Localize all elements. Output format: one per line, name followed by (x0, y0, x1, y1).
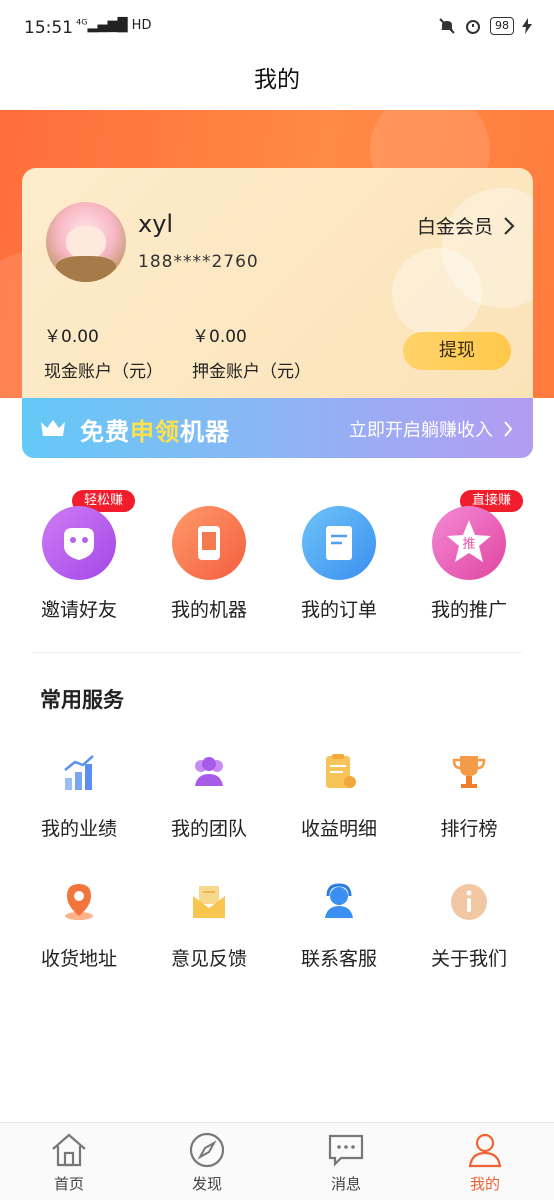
service-label: 收货地址 (40, 948, 117, 970)
promo-cta-label: 立即开启躺赚收入 (349, 420, 493, 441)
service-about-us[interactable]: 关于我们 (404, 882, 534, 992)
member-card[interactable]: xyl 188****2760 白金会员 ￥0.00 现金账户（元） ￥0.00… (22, 168, 533, 398)
charging-icon (522, 18, 532, 34)
trophy-icon (452, 756, 486, 788)
battery-icon: 98 (490, 17, 514, 35)
chevron-right-icon (504, 421, 513, 437)
promo-cta[interactable]: 立即开启躺赚收入 (349, 416, 513, 442)
bar-chart-icon (64, 755, 94, 790)
tab-label: 消息 (330, 1175, 361, 1193)
service-performance[interactable]: 我的业绩 (14, 752, 144, 862)
location-pin-icon (65, 884, 93, 920)
quick-my-machines[interactable]: 我的机器 (144, 490, 274, 630)
quick-invite-friends[interactable]: 轻松赚 邀请好友 (14, 490, 144, 630)
deposit-amount: ￥0.00 (192, 327, 247, 347)
service-label: 我的团队 (170, 818, 247, 840)
tab-home[interactable]: 首页 (0, 1123, 138, 1200)
member-level-label: 白金会员 (416, 216, 493, 238)
cash-amount: ￥0.00 (44, 327, 99, 347)
quick-label: 我的推广 (430, 599, 507, 621)
envelope-icon (193, 886, 225, 918)
tab-label: 发现 (191, 1175, 222, 1193)
order-icon (302, 506, 376, 580)
chevron-right-icon (504, 216, 515, 235)
compass-icon (189, 1132, 225, 1168)
tab-mine[interactable]: 我的 (416, 1123, 554, 1200)
status-time: 15:51 (24, 18, 73, 38)
avatar[interactable] (46, 202, 126, 282)
service-shipping-address[interactable]: 收货地址 (14, 882, 144, 992)
username: xyl (138, 210, 174, 238)
promo-title: 免费申领机器 (80, 412, 230, 447)
deposit-account-label: 押金账户（元） (192, 362, 311, 382)
services-section-title: 常用服务 (40, 688, 124, 712)
home-icon (52, 1133, 86, 1167)
invite-icon (42, 506, 116, 580)
tab-label: 首页 (53, 1175, 84, 1193)
quick-label: 我的机器 (170, 599, 247, 621)
promo-title-highlight: 申领 (130, 418, 180, 446)
quick-label: 我的订单 (300, 599, 377, 621)
cash-account-label: 现金账户（元） (44, 362, 163, 382)
page-title: 我的 (254, 67, 300, 93)
status-icons: 98 (438, 17, 532, 35)
info-icon (451, 884, 487, 920)
team-icon (195, 757, 223, 786)
tab-messages[interactable]: 消息 (277, 1123, 415, 1200)
quick-label: 邀请好友 (40, 599, 117, 621)
promote-icon: 推 (432, 506, 506, 580)
status-bar: 15:51 ⁴ᴳ▂▄▆█ HD 98 (0, 0, 554, 56)
machine-icon (172, 506, 246, 580)
promo-banner[interactable]: 免费申领机器 立即开启躺赚收入 (22, 398, 533, 458)
signal-icon: ⁴ᴳ▂▄▆█ HD (76, 18, 152, 33)
cash-account[interactable]: ￥0.00 现金账户（元） (44, 322, 163, 382)
phone-number: 188****2760 (138, 252, 259, 272)
customer-service-icon (325, 883, 353, 918)
member-level-link[interactable]: 白金会员 (417, 212, 515, 239)
deposit-account[interactable]: ￥0.00 押金账户（元） (192, 322, 311, 382)
service-label: 意见反馈 (170, 948, 247, 970)
service-feedback[interactable]: 意见反馈 (144, 882, 274, 992)
promo-title-part1: 免费 (80, 418, 130, 446)
tab-label: 我的 (469, 1175, 500, 1193)
service-label: 排行榜 (440, 818, 498, 840)
divider (32, 652, 522, 653)
tab-discover[interactable]: 发现 (138, 1123, 276, 1200)
alarm-icon (466, 20, 480, 34)
service-customer-support[interactable]: 联系客服 (274, 882, 404, 992)
service-label: 关于我们 (430, 948, 507, 970)
profile-icon (468, 1133, 502, 1168)
service-leaderboard[interactable]: 排行榜 (404, 752, 534, 862)
service-earnings-detail[interactable]: 收益明细 (274, 752, 404, 862)
withdraw-button[interactable]: 提现 (403, 332, 511, 370)
bottom-tab-bar: 首页 发现 消息 我的 (0, 1122, 554, 1200)
quick-my-orders[interactable]: 我的订单 (274, 490, 404, 630)
mute-icon (439, 18, 455, 34)
service-label: 我的业绩 (40, 818, 117, 840)
service-label: 收益明细 (300, 818, 377, 840)
quick-my-promotion[interactable]: 直接赚 推 我的推广 (404, 490, 534, 630)
promo-title-part2: 机器 (180, 418, 230, 446)
promote-badge-text: 推 (462, 537, 475, 552)
message-icon (328, 1134, 364, 1167)
service-team[interactable]: 我的团队 (144, 752, 274, 862)
crown-icon (41, 420, 65, 436)
ledger-icon (326, 754, 356, 788)
service-label: 联系客服 (300, 948, 377, 970)
